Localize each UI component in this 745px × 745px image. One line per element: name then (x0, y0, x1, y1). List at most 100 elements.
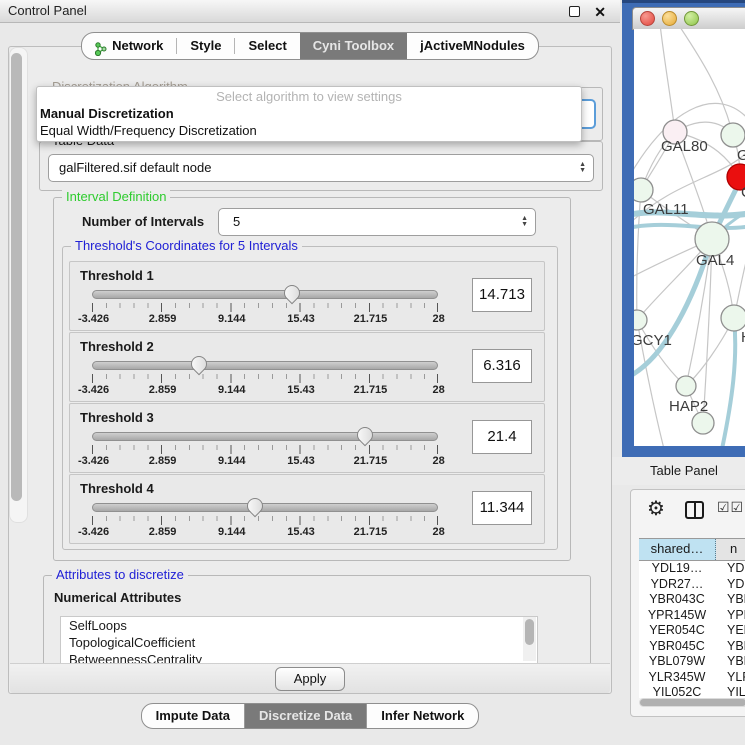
algorithm-dropdown-popup: Select algorithm to view settings Manual… (36, 86, 582, 142)
tick-label: 15.43 (287, 384, 315, 396)
table-row[interactable]: YBR043CYBR0 (639, 592, 745, 608)
close-traffic-light-icon[interactable] (640, 11, 655, 26)
threshold-2-value-field[interactable]: 6.316 (472, 349, 532, 383)
network-node[interactable] (634, 178, 653, 202)
close-icon[interactable]: ✕ (594, 1, 606, 23)
table-row[interactable]: YBR045CYBR0 (639, 639, 745, 655)
number-of-intervals-select[interactable]: 5 ▲▼ (218, 208, 536, 236)
tick-label: -3.426 (78, 384, 109, 396)
select-checkboxes-icon[interactable]: ☑☑ (717, 499, 744, 516)
network-edge[interactable] (637, 190, 641, 320)
apply-button[interactable]: Apply (275, 667, 345, 691)
attribute-item[interactable]: TopologicalCoefficient (61, 634, 537, 651)
network-node[interactable] (695, 222, 729, 256)
tick-label: 9.144 (218, 455, 246, 467)
table-row[interactable]: YIL052CYIL0 (639, 685, 745, 698)
tick-label: 21.715 (354, 384, 388, 396)
network-edge[interactable] (637, 320, 686, 386)
network-node-label: GAL80 (661, 138, 708, 155)
threshold-1-panel: Threshold 1 -3.4262.8599.14415.4321.7152… (69, 261, 545, 331)
dropdown-placeholder: Select algorithm to view settings (37, 89, 581, 104)
tab-impute-data[interactable]: Impute Data (142, 704, 244, 728)
tick-label: 2.859 (149, 313, 177, 325)
tab-select[interactable]: Select (235, 33, 299, 59)
tab-infer-network[interactable]: Infer Network (366, 704, 478, 728)
slider-thumb[interactable] (354, 424, 377, 447)
tick-label: -3.426 (78, 455, 109, 467)
slider-thumb[interactable] (280, 282, 303, 305)
dropdown-option-equal-width-frequency[interactable]: Equal Width/Frequency Discretization (40, 123, 257, 138)
table-panel: ⚙ ☑☑ shared… n YDL19…YDL1YDR27…YDR2YBR04… (630, 489, 745, 717)
table-row[interactable]: YBL079WYBL0 (639, 654, 745, 670)
network-edge[interactable] (678, 29, 733, 135)
slider-track[interactable] (92, 432, 438, 441)
table-panel-titlebar: Table Panel (612, 457, 745, 485)
slider-track[interactable] (92, 290, 438, 299)
gear-icon[interactable]: ⚙ (647, 496, 665, 521)
apply-strip: Apply (10, 663, 610, 693)
numerical-attributes-list[interactable]: SelfLoopsTopologicalCoefficientBetweenne… (60, 616, 538, 664)
tick-label: 28 (432, 455, 444, 467)
tab-network[interactable]: Network (82, 33, 176, 59)
network-node[interactable] (676, 376, 696, 396)
network-window-titlebar[interactable] (632, 7, 745, 30)
table-row[interactable]: YDR27…YDR2 (639, 577, 745, 593)
scrollbar-thumb[interactable] (11, 53, 22, 501)
table-row[interactable]: YER054CYER0 (639, 623, 745, 639)
network-node[interactable] (721, 305, 745, 331)
slider-thumb[interactable] (243, 495, 266, 518)
tab-style[interactable]: Style (177, 33, 234, 59)
network-node-label: H (741, 329, 745, 346)
table-row[interactable]: YDL19…YDL1 (639, 561, 745, 577)
network-node[interactable] (721, 123, 745, 147)
threshold-3-label: Threshold 3 (80, 410, 154, 425)
tab-jactivemnodules[interactable]: jActiveMNodules (407, 33, 538, 59)
slider-major-ticks (92, 445, 438, 454)
tick-label: 2.859 (149, 526, 177, 538)
table-data-group: Table Data galFiltered.sif default node … (39, 141, 603, 191)
attributes-list-scrollbar[interactable] (523, 617, 536, 661)
threshold-1-value-field[interactable]: 14.713 (472, 278, 532, 312)
table-row[interactable]: YLR345WYLR3 (639, 670, 745, 686)
dropdown-option-manual-discretization[interactable]: Manual Discretization (40, 106, 174, 121)
threshold-3-value-field[interactable]: 21.4 (472, 420, 532, 454)
minimize-traffic-light-icon[interactable] (662, 11, 677, 26)
table-row[interactable]: YPR145WYPR1 (639, 608, 745, 624)
network-node-label: GA (737, 147, 745, 164)
threshold-4-value-field[interactable]: 11.344 (472, 491, 532, 525)
table-data-select[interactable]: galFiltered.sif default node ▲▼ (48, 154, 594, 182)
threshold-2-panel: Threshold 2 -3.4262.8599.14415.4321.7152… (69, 332, 545, 402)
columns-icon[interactable] (685, 501, 704, 519)
column-header-name[interactable]: n (716, 539, 745, 560)
tick-label: 9.144 (218, 384, 246, 396)
chevron-updown-icon: ▲▼ (579, 162, 586, 174)
network-node-label: GCY1 (634, 332, 672, 349)
network-edge[interactable] (660, 29, 675, 132)
threshold-3-slider[interactable]: -3.4262.8599.14415.4321.71528 (92, 428, 438, 470)
table-horizontal-scrollbar[interactable] (639, 698, 745, 707)
float-window-icon[interactable] (569, 6, 580, 17)
tab-cyni-toolbox[interactable]: Cyni Toolbox (300, 33, 407, 59)
network-view-window: GAL80GACGAL11GAL4GCY1HHAP2 (622, 0, 745, 460)
slider-track[interactable] (92, 503, 438, 512)
threshold-2-slider[interactable]: -3.4262.8599.14415.4321.71528 (92, 357, 438, 399)
tick-label: -3.426 (78, 313, 109, 325)
attribute-item[interactable]: SelfLoops (61, 617, 537, 634)
slider-track[interactable] (92, 361, 438, 370)
threshold-1-slider[interactable]: -3.4262.8599.14415.4321.71528 (92, 286, 438, 328)
scrollbar-thumb[interactable] (640, 699, 745, 706)
network-node[interactable] (634, 310, 647, 330)
slider-thumb[interactable] (188, 353, 211, 376)
bottom-tabbar: Impute Data Discretize Data Infer Networ… (0, 703, 620, 729)
control-panel-body: Discretization Algorithm Table Data galF… (8, 46, 612, 694)
column-header-shared-name[interactable]: shared… (639, 539, 716, 560)
tick-label: 2.859 (149, 384, 177, 396)
slider-tick-labels: -3.4262.8599.14415.4321.71528 (92, 313, 438, 326)
zoom-traffic-light-icon[interactable] (684, 11, 699, 26)
tab-discretize-data[interactable]: Discretize Data (244, 704, 366, 728)
threshold-4-slider[interactable]: -3.4262.8599.14415.4321.71528 (92, 499, 438, 541)
network-node[interactable] (692, 412, 714, 434)
settings-vertical-scrollbar[interactable] (9, 47, 28, 523)
scrollbar-thumb[interactable] (525, 619, 534, 645)
network-canvas[interactable]: GAL80GACGAL11GAL4GCY1HHAP2 (634, 29, 745, 446)
